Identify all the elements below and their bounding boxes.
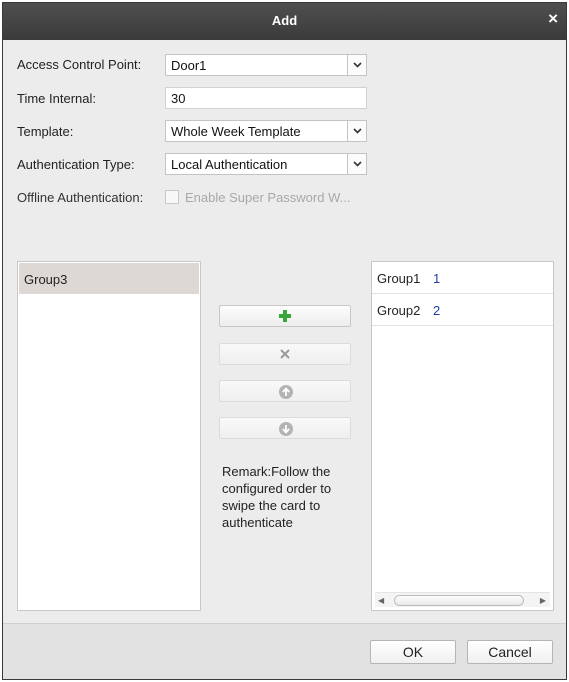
dialog-footer: OK Cancel (3, 623, 566, 679)
access-control-point-value: Door1 (171, 58, 207, 73)
remark-text: Remark:Follow the configured order to sw… (222, 464, 332, 530)
group-order: 2 (433, 303, 441, 318)
access-control-point-select[interactable]: Door1 (165, 54, 367, 76)
table-row[interactable]: Group1 1 (372, 262, 553, 294)
cancel-button[interactable]: Cancel (467, 640, 553, 664)
arrow-up-circle-icon (279, 385, 293, 399)
authentication-type-label: Authentication Type: (17, 157, 135, 172)
arrow-down-circle-icon (279, 422, 293, 436)
chevron-down-icon[interactable] (347, 121, 366, 141)
close-icon[interactable]: × (548, 10, 558, 28)
move-up-button[interactable] (219, 380, 351, 402)
scroll-left-icon[interactable]: ◀ (378, 596, 384, 605)
group-name: Group1 (377, 271, 421, 286)
scroll-right-icon[interactable]: ▶ (540, 596, 546, 605)
template-select[interactable]: Whole Week Template (165, 120, 367, 142)
group-name: Group2 (377, 303, 421, 318)
group-order: 1 (433, 271, 441, 286)
chevron-down-icon[interactable] (347, 154, 366, 174)
table-row[interactable]: Group2 2 (372, 294, 553, 326)
x-icon (280, 349, 290, 359)
super-password-label: Enable Super Password W... (185, 190, 351, 205)
add-group-button[interactable] (219, 305, 351, 327)
template-label: Template: (17, 124, 74, 139)
authentication-type-value: Local Authentication (171, 157, 288, 172)
chevron-down-icon[interactable] (347, 55, 366, 75)
super-password-checkbox[interactable] (165, 190, 179, 204)
access-control-point-label: Access Control Point: (17, 57, 142, 72)
selected-groups-list[interactable]: Group1 1 Group2 2 ◀ ▶ (371, 261, 554, 611)
template-value: Whole Week Template (171, 124, 301, 139)
remove-group-button[interactable] (219, 343, 351, 365)
authentication-type-select[interactable]: Local Authentication (165, 153, 367, 175)
time-interval-input[interactable] (166, 88, 366, 108)
time-interval-label: Time Internal: (17, 91, 96, 106)
dialog-title: Add (271, 13, 298, 28)
horizontal-scrollbar[interactable]: ◀ ▶ (375, 592, 550, 607)
offline-authentication-label: Offline Authentication: (17, 190, 144, 205)
plus-icon (279, 310, 291, 322)
add-dialog: Add × Access Control Point: Door1 Time I… (2, 2, 567, 680)
list-item[interactable]: Group3 (19, 263, 199, 294)
title-bar: Add × (3, 3, 566, 40)
scrollbar-thumb[interactable] (394, 595, 524, 606)
time-interval-field[interactable] (165, 87, 367, 109)
available-groups-list[interactable]: Group3 (17, 261, 201, 611)
ok-button[interactable]: OK (370, 640, 456, 664)
move-down-button[interactable] (219, 417, 351, 439)
